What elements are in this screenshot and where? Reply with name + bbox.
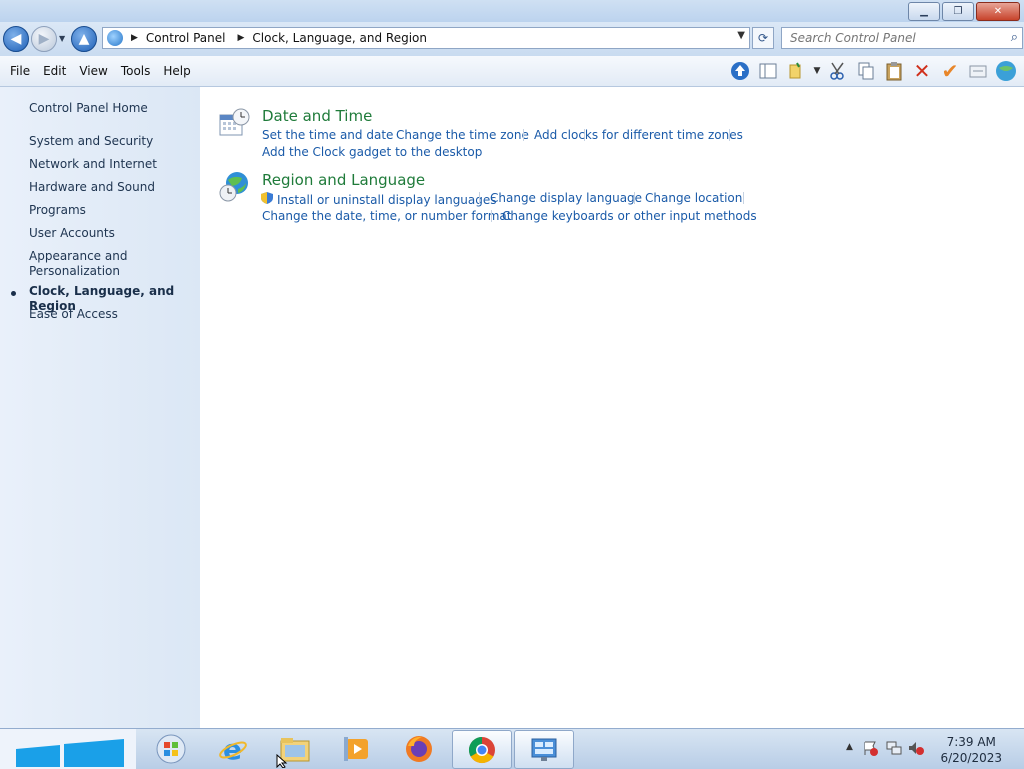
system-tray: ▲ 7:39 AM 6/20/2023 <box>844 729 1024 769</box>
task-divider <box>491 210 492 222</box>
menu-file[interactable]: File <box>4 64 36 78</box>
file-explorer-button[interactable] <box>266 730 324 767</box>
sidebar-item-hardware-and-sound[interactable]: Hardware and Sound <box>29 180 194 195</box>
sidebar-item-system-and-security[interactable]: System and Security <box>29 134 194 149</box>
recent-pages-dropdown-icon[interactable]: ▼ <box>59 34 67 43</box>
show-hidden-icons-icon[interactable]: ▲ <box>846 742 853 752</box>
windows-logo-icon[interactable] <box>16 735 124 767</box>
sidebar-item-appearance[interactable]: Appearance and Personalization <box>29 249 139 279</box>
cut-icon[interactable] <box>826 59 850 83</box>
search-input[interactable] <box>782 29 1008 47</box>
task-divider <box>479 192 480 204</box>
main-content: Date and Time Set the time and date Chan… <box>200 87 1024 728</box>
forward-button[interactable]: ▶ <box>31 26 57 52</box>
sidebar: Control Panel Home System and Security N… <box>0 87 200 728</box>
task-change-format[interactable]: Change the date, time, or number format <box>262 209 511 223</box>
system-clock[interactable]: 7:39 AM 6/20/2023 <box>940 734 1002 766</box>
title-bar: ▁ ❐ ✕ <box>0 0 1024 22</box>
menu-help[interactable]: Help <box>157 64 196 78</box>
control-panel-button[interactable] <box>514 730 574 769</box>
back-button[interactable]: ◀ <box>3 26 29 52</box>
search-box: ⌕ <box>781 27 1023 49</box>
globe-icon[interactable] <box>994 59 1018 83</box>
folders-pane-icon[interactable] <box>756 59 780 83</box>
action-center-icon[interactable] <box>862 740 878 759</box>
sidebar-item-network-and-internet[interactable]: Network and Internet <box>29 157 194 172</box>
start-area <box>0 729 136 769</box>
sidebar-item-control-panel-home[interactable]: Control Panel Home <box>29 101 194 116</box>
sidebar-item-user-accounts[interactable]: User Accounts <box>29 226 194 241</box>
clock-time: 7:39 AM <box>946 735 996 749</box>
checkmark-icon[interactable]: ✔ <box>938 59 962 83</box>
up-folder-icon[interactable] <box>728 59 752 83</box>
control-panel-icon <box>107 30 123 46</box>
properties-icon[interactable] <box>966 59 990 83</box>
breadcrumb-separator-icon[interactable]: ▶ <box>238 33 245 43</box>
paste-icon[interactable] <box>882 59 906 83</box>
refresh-button[interactable]: ⟳ <box>752 27 774 49</box>
task-divider <box>523 129 524 141</box>
address-dropdown-icon[interactable]: ▼ <box>737 30 745 41</box>
up-button[interactable]: ▲ <box>71 26 97 52</box>
favorites-dropdown-icon[interactable]: ▼ <box>812 59 822 83</box>
menu-bar: File Edit View Tools Help ▼ ✕ ✔ <box>0 56 1024 87</box>
mouse-cursor-icon <box>276 754 288 768</box>
task-add-clock-gadget[interactable]: Add the Clock gadget to the desktop <box>262 145 482 159</box>
address-bar[interactable]: ▶ Control Panel ▶ Clock, Language, and R… <box>102 27 750 49</box>
favorites-icon[interactable] <box>784 59 808 83</box>
task-set-time-date[interactable]: Set the time and date <box>262 128 393 142</box>
category-title-date-time[interactable]: Date and Time <box>262 107 372 125</box>
menu-tools[interactable]: Tools <box>115 64 157 78</box>
search-icon[interactable]: ⌕ <box>1011 30 1018 45</box>
maximize-button[interactable]: ❐ <box>942 2 974 21</box>
sidebar-item-programs[interactable]: Programs <box>29 203 194 218</box>
task-change-display-language[interactable]: Change display language <box>490 191 642 205</box>
breadcrumb-current[interactable]: Clock, Language, and Region <box>252 31 427 45</box>
volume-muted-icon[interactable] <box>908 740 924 759</box>
chrome-button[interactable] <box>452 730 512 769</box>
current-page-bullet-icon <box>11 291 16 296</box>
clock-date: 6/20/2023 <box>940 751 1002 765</box>
task-install-languages[interactable]: Install or uninstall display languages <box>260 191 497 208</box>
task-divider <box>729 129 730 141</box>
breadcrumb-control-panel[interactable]: Control Panel <box>146 31 226 45</box>
task-install-languages-label: Install or uninstall display languages <box>277 192 497 207</box>
firefox-button[interactable] <box>390 730 448 767</box>
media-player-button[interactable] <box>328 730 386 767</box>
task-divider <box>634 192 635 204</box>
taskbar: e ▲ 7:39 AM 6/20/2023 <box>0 728 1024 769</box>
toolbar: ▼ ✕ ✔ <box>728 58 1018 84</box>
calendar-clock-icon[interactable] <box>218 107 250 139</box>
task-add-clocks[interactable]: Add clocks for different time zones <box>534 128 743 142</box>
sidebar-item-ease-of-access[interactable]: Ease of Access <box>29 307 194 322</box>
network-icon[interactable] <box>886 740 902 759</box>
category-title-region-language[interactable]: Region and Language <box>262 171 425 189</box>
start-orb-button[interactable] <box>142 730 200 767</box>
breadcrumb-separator-icon[interactable]: ▶ <box>131 33 138 43</box>
globe-clock-icon[interactable] <box>218 171 250 203</box>
shield-icon <box>260 191 274 208</box>
task-divider <box>743 192 744 204</box>
copy-icon[interactable] <box>854 59 878 83</box>
minimize-button[interactable]: ▁ <box>908 2 940 21</box>
close-button[interactable]: ✕ <box>976 2 1020 21</box>
menu-view[interactable]: View <box>73 64 113 78</box>
internet-explorer-button[interactable]: e <box>204 730 262 767</box>
task-change-time-zone[interactable]: Change the time zone <box>396 128 529 142</box>
window-controls: ▁ ❐ ✕ <box>908 2 1020 21</box>
task-change-location[interactable]: Change location <box>645 191 742 205</box>
menu-edit[interactable]: Edit <box>37 64 72 78</box>
delete-icon[interactable]: ✕ <box>910 59 934 83</box>
task-change-keyboards[interactable]: Change keyboards or other input methods <box>502 209 757 223</box>
